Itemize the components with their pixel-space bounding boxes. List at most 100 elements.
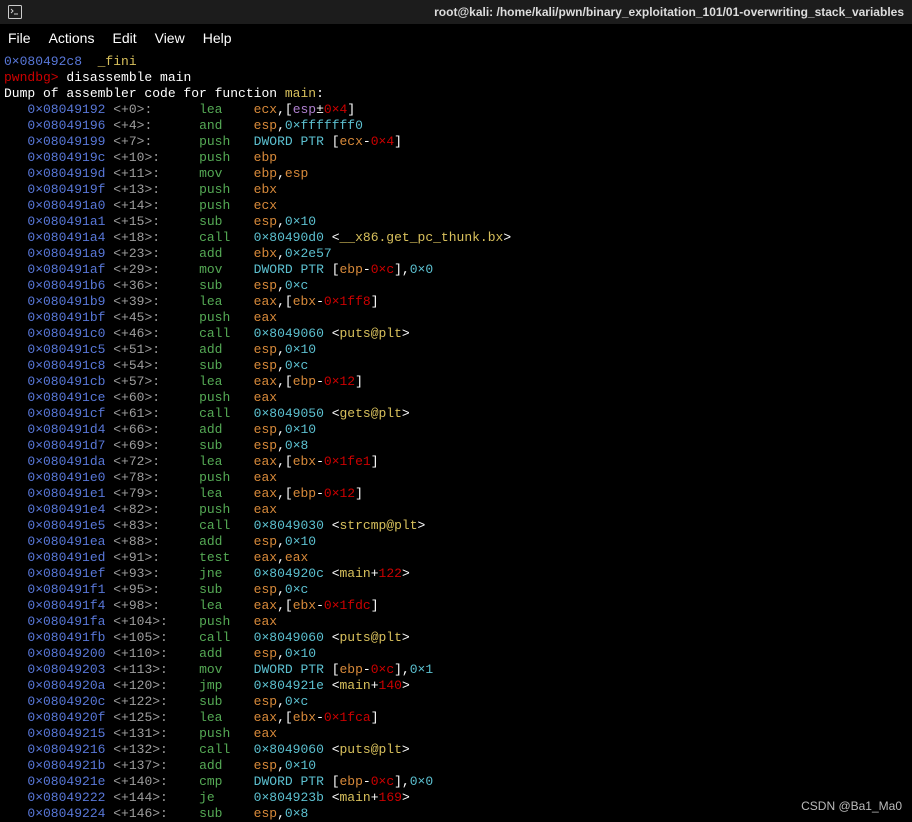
instr-addr: 0×08049215: [27, 726, 105, 741]
instr-mnemonic: lea: [199, 374, 254, 389]
instr-addr: 0×08049199: [27, 134, 105, 149]
instr-operand: ebx: [254, 246, 277, 261]
instr-operand: esp: [254, 806, 277, 821]
instr-operand: 0×8049060: [254, 326, 324, 341]
instr-addr: 0×08049216: [27, 742, 105, 757]
menu-edit[interactable]: Edit: [112, 30, 136, 46]
instr-operand: ebx: [293, 454, 316, 469]
instr-operand: ,[: [277, 486, 293, 501]
instr-addr: 0×0804921e: [27, 774, 105, 789]
instr-addr: 0×080491a0: [27, 198, 105, 213]
terminal-line: 0×080491f1 <+95>: sub esp,0×c: [4, 582, 908, 598]
instr-operand: ebp: [293, 486, 316, 501]
terminal-line: 0×08049196 <+4>: and esp,0×fffffff0: [4, 118, 908, 134]
instr-operand: ,: [277, 550, 285, 565]
instr-offset: <+60>:: [113, 390, 175, 405]
instr-operand: <: [324, 406, 340, 421]
instr-operand: eax: [254, 502, 277, 517]
instr-operand: +: [371, 678, 379, 693]
instr-operand: 0×804923b: [254, 790, 324, 805]
instr-operand: >: [503, 230, 511, 245]
instr-operand: DWORD PTR: [254, 662, 332, 677]
instr-mnemonic: add: [199, 534, 254, 549]
instr-operand: +: [371, 790, 379, 805]
menu-help[interactable]: Help: [203, 30, 232, 46]
terminal-line: 0×08049215 <+131>: push eax: [4, 726, 908, 742]
terminal-line: 0×080491b6 <+36>: sub esp,0×c: [4, 278, 908, 294]
instr-operand: >: [402, 406, 410, 421]
instr-offset: <+137>:: [113, 758, 175, 773]
instr-addr: 0×0804919c: [27, 150, 105, 165]
instr-operand: >: [402, 790, 410, 805]
instr-operand: eax: [254, 374, 277, 389]
watermark: CSDN @Ba1_Ma0: [801, 799, 902, 813]
instr-operand: ]: [394, 134, 402, 149]
terminal-line: pwndbg> disassemble main: [4, 70, 908, 86]
instr-operand: [: [332, 134, 340, 149]
terminal-line: 0×080491a0 <+14>: push ecx: [4, 198, 908, 214]
terminal-line: 0×080491d7 <+69>: sub esp,0×8: [4, 438, 908, 454]
instr-operand: DWORD PTR: [254, 134, 332, 149]
instr-operand: ebp: [254, 150, 277, 165]
instr-mnemonic: add: [199, 646, 254, 661]
terminal-line: Dump of assembler code for function main…: [4, 86, 908, 102]
instr-operand: 0×804920c: [254, 566, 324, 581]
instr-operand: ,: [277, 438, 285, 453]
instr-offset: <+54>:: [113, 358, 175, 373]
instr-operand: puts@plt: [340, 630, 402, 645]
instr-operand: 0×fffffff0: [285, 118, 363, 133]
terminal-line: 0×080491c8 <+54>: sub esp,0×c: [4, 358, 908, 374]
terminal-output[interactable]: 0×080492c8 _finipwndbg> disassemble main…: [0, 54, 912, 822]
instr-offset: <+113>:: [113, 662, 175, 677]
instr-operand: >: [402, 326, 410, 341]
instr-mnemonic: mov: [199, 166, 254, 181]
instr-operand: >: [418, 518, 426, 533]
instr-offset: <+46>:: [113, 326, 175, 341]
instr-operand: 0×10: [285, 422, 316, 437]
instr-operand: ebp: [340, 774, 363, 789]
instr-operand: eax: [254, 550, 277, 565]
instr-mnemonic: call: [199, 630, 254, 645]
instr-operand: main: [340, 678, 371, 693]
instr-mnemonic: lea: [199, 486, 254, 501]
instr-addr: 0×08049224: [27, 806, 105, 821]
menu-view[interactable]: View: [155, 30, 185, 46]
instr-operand: ]: [371, 598, 379, 613]
instr-offset: <+131>:: [113, 726, 175, 741]
instr-mnemonic: push: [199, 134, 254, 149]
instr-operand: ebx: [293, 598, 316, 613]
instr-operand: 0×8049060: [254, 742, 324, 757]
instr-offset: <+122>:: [113, 694, 175, 709]
instr-offset: <+69>:: [113, 438, 175, 453]
instr-operand: 0×1: [410, 662, 433, 677]
instr-addr: 0×080491cf: [27, 406, 105, 421]
instr-operand: 0×1ff8: [324, 294, 371, 309]
instr-offset: <+72>:: [113, 454, 175, 469]
instr-operand: eax: [254, 390, 277, 405]
menu-file[interactable]: File: [8, 30, 31, 46]
instr-addr: 0×080491ea: [27, 534, 105, 549]
instr-operand: <: [324, 326, 340, 341]
terminal-line: 0×080492c8 _fini: [4, 54, 908, 70]
instr-mnemonic: sub: [199, 278, 254, 293]
menu-actions[interactable]: Actions: [49, 30, 95, 46]
instr-operand: strcmp@plt: [340, 518, 418, 533]
instr-operand: 0×8: [285, 438, 308, 453]
terminal-line: 0×0804921b <+137>: add esp,0×10: [4, 758, 908, 774]
instr-operand: esp: [254, 342, 277, 357]
instr-operand: -: [363, 134, 371, 149]
instr-operand: ,[: [277, 598, 293, 613]
instr-addr: 0×08049200: [27, 646, 105, 661]
terminal-line: 0×080491e4 <+82>: push eax: [4, 502, 908, 518]
instr-operand: eax: [254, 454, 277, 469]
instr-operand: 0×8049030: [254, 518, 324, 533]
instr-operand: 0×8049050: [254, 406, 324, 421]
instr-operand: 0×4: [324, 102, 347, 117]
instr-operand: ,: [277, 582, 285, 597]
instr-operand: ±: [316, 102, 324, 117]
instr-operand: eax: [254, 310, 277, 325]
instr-operand: [: [332, 774, 340, 789]
command-text: disassemble main: [66, 70, 191, 85]
instr-operand: ]: [371, 710, 379, 725]
instr-mnemonic: push: [199, 726, 254, 741]
